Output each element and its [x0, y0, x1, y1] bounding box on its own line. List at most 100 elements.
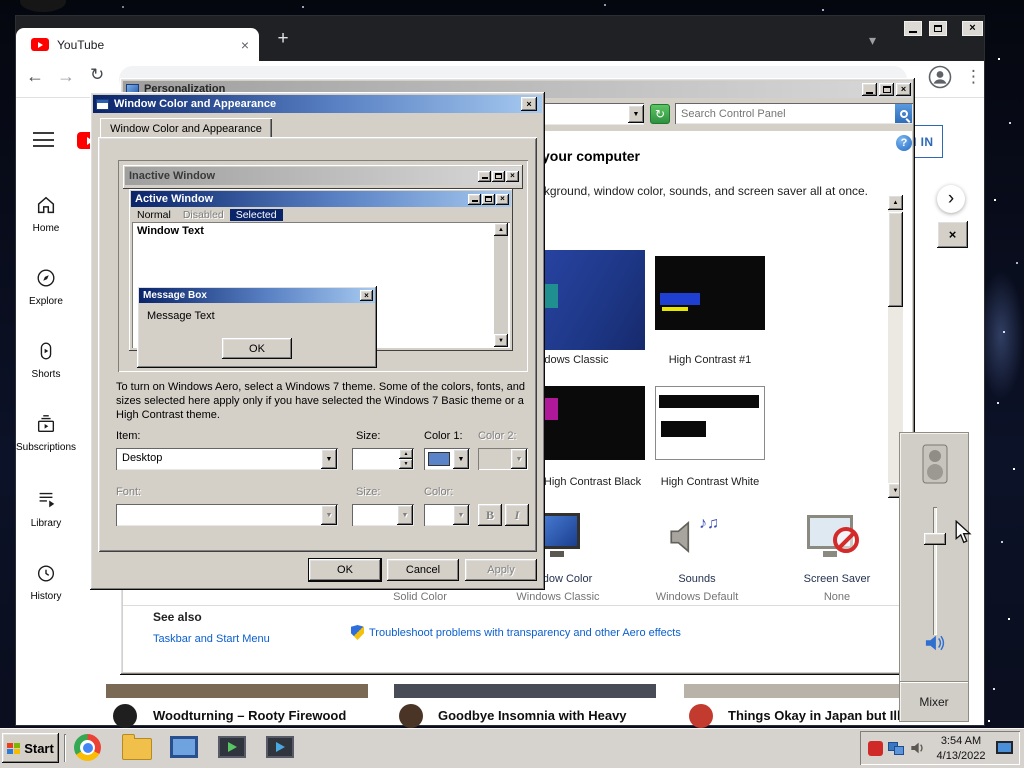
profile-avatar-icon[interactable] — [928, 65, 952, 89]
carousel-next-button[interactable]: › — [937, 185, 965, 213]
apply-button[interactable]: Apply — [465, 559, 537, 581]
item-combobox[interactable]: Desktop — [116, 448, 338, 470]
security-alert-tray-icon[interactable] — [868, 741, 883, 756]
volume-tray-icon[interactable] — [910, 740, 926, 756]
tab-title: YouTube — [57, 37, 105, 52]
troubleshoot-link[interactable]: Troubleshoot problems with transparency … — [369, 627, 681, 639]
personalization-close-button[interactable]: × — [896, 83, 911, 96]
sidebar-item-label: Shorts — [31, 369, 61, 380]
wca-titlebar[interactable]: Window Color and Appearance — [93, 95, 542, 113]
address-dropdown-button[interactable]: ▼ — [628, 105, 644, 123]
sidebar-item-shorts[interactable]: Shorts — [16, 340, 76, 380]
menu-icon[interactable] — [33, 132, 54, 147]
folder-taskbar-icon[interactable] — [122, 734, 152, 760]
sidebar-item-label: Explore — [29, 296, 63, 307]
channel-avatar[interactable] — [689, 704, 713, 728]
sidebar-item-library[interactable]: Library — [16, 489, 76, 529]
color2-dropdown-button[interactable]: ▼ — [511, 449, 527, 469]
msgbox-text: Message Text — [147, 310, 215, 322]
cancel-button[interactable]: Cancel — [387, 559, 459, 581]
video-title[interactable]: Woodturning – Rooty Firewood — [153, 708, 346, 723]
remote-desktop-taskbar-icon[interactable] — [170, 736, 198, 758]
background-window-close-button[interactable]: × — [937, 221, 968, 248]
chevron-down-icon: ▼ — [325, 455, 333, 463]
size1-spin-down[interactable]: ▼ — [399, 459, 413, 469]
wca-tab-label: Window Color and Appearance — [110, 122, 262, 135]
ok-button[interactable]: OK — [308, 558, 382, 582]
forward-icon[interactable]: → — [57, 66, 75, 87]
taskbar-start-menu-link[interactable]: Taskbar and Start Menu — [153, 633, 270, 645]
refresh-go-button[interactable]: ↻ — [650, 104, 670, 124]
tab-close-icon[interactable]: × — [241, 37, 249, 53]
italic-button[interactable]: I — [505, 504, 529, 526]
window-maximize-button[interactable] — [929, 21, 947, 36]
menu-item-normal: Normal — [137, 208, 171, 221]
color1-dropdown-button[interactable]: ▼ — [453, 449, 469, 469]
item-label: Item: — [116, 430, 141, 442]
start-button[interactable]: Start — [2, 733, 59, 763]
theme-label: High Contrast Black — [543, 476, 642, 488]
browser-tab[interactable]: YouTube × — [16, 28, 259, 61]
subscriptions-icon — [37, 415, 55, 433]
close-icon: × — [900, 84, 907, 94]
tray-time: 3:54 AM — [940, 735, 982, 747]
media-player-taskbar-icon[interactable] — [266, 736, 294, 758]
speaker-volume-icon[interactable] — [924, 633, 946, 653]
video-thumbnail[interactable] — [394, 684, 656, 698]
chevron-down-icon: ▼ — [515, 455, 523, 463]
scrollbar-thumb[interactable] — [888, 212, 903, 307]
browser-menu-icon[interactable]: ⋮ — [965, 67, 982, 87]
channel-avatar[interactable] — [113, 704, 137, 728]
video-title[interactable]: Things Okay in Japan but Ill — [728, 708, 901, 723]
size2-label: Size: — [356, 486, 381, 498]
wca-close-button[interactable]: × — [521, 97, 537, 111]
mixer-link[interactable]: Mixer — [900, 683, 968, 721]
shorts-icon — [40, 342, 52, 360]
theme-tile-high-contrast-1[interactable] — [655, 256, 765, 330]
tab-search-chevron-icon[interactable]: ▾ — [869, 32, 876, 49]
search-button[interactable] — [895, 104, 912, 123]
volume-slider-thumb[interactable] — [924, 533, 946, 545]
speaker-icon — [670, 520, 690, 554]
theme-tile-high-contrast-black[interactable] — [540, 386, 645, 460]
back-icon[interactable]: ← — [26, 66, 44, 87]
help-icon[interactable]: ? — [896, 135, 912, 151]
size1-spin-up[interactable]: ▲ — [399, 449, 413, 459]
personalization-maximize-button[interactable] — [879, 83, 894, 96]
video-title[interactable]: Goodbye Insomnia with Heavy — [438, 708, 627, 723]
font-combobox[interactable] — [116, 504, 338, 526]
shortcut-sounds[interactable]: ♪♫ Sounds Windows Default — [637, 511, 757, 607]
personalization-minimize-button[interactable] — [862, 83, 877, 96]
sidebar-item-explore[interactable]: Explore — [16, 267, 76, 307]
size2-dropdown-button[interactable]: ▼ — [397, 505, 413, 525]
font-dropdown-button[interactable]: ▼ — [321, 505, 337, 525]
display-tray-icon[interactable] — [996, 741, 1013, 754]
tray-clock[interactable]: 3:54 AM 4/13/2022 — [930, 734, 992, 764]
volume-slider-track[interactable] — [933, 507, 937, 635]
minimize-icon — [866, 91, 873, 94]
video-thumbnail[interactable] — [106, 684, 368, 698]
scroll-up-button[interactable]: ▲ — [888, 195, 903, 210]
appearance-preview[interactable]: Inactive Window × Active Window × Normal… — [118, 160, 528, 372]
new-tab-icon[interactable]: + — [271, 27, 295, 51]
fontcolor-dropdown-button[interactable]: ▼ — [453, 505, 469, 525]
shortcut-screen-saver[interactable]: Screen Saver None — [777, 511, 897, 607]
shortcut-value: Windows Default — [655, 591, 739, 603]
item-dropdown-button[interactable]: ▼ — [321, 449, 337, 469]
chevron-right-icon: › — [947, 188, 955, 209]
sidebar-item-history[interactable]: History — [16, 562, 76, 602]
reload-icon[interactable]: ↻ — [90, 65, 104, 85]
window-minimize-button[interactable] — [904, 21, 922, 36]
network-tray-icon[interactable] — [894, 746, 904, 755]
bold-button[interactable]: B — [478, 504, 502, 526]
window-close-button[interactable]: × — [962, 21, 983, 36]
theme-tile-high-contrast-white[interactable] — [655, 386, 765, 460]
channel-avatar[interactable] — [399, 704, 423, 728]
sidebar-item-home[interactable]: Home — [16, 194, 76, 234]
media-player-taskbar-icon[interactable] — [218, 736, 246, 758]
msgbox-ok-button: OK — [222, 338, 292, 359]
control-panel-search-box[interactable]: Search Control Panel — [675, 103, 913, 124]
wca-tab[interactable]: Window Color and Appearance — [100, 118, 272, 139]
chrome-taskbar-icon[interactable] — [74, 734, 101, 761]
sidebar-item-subscriptions[interactable]: Subscriptions — [16, 413, 76, 453]
